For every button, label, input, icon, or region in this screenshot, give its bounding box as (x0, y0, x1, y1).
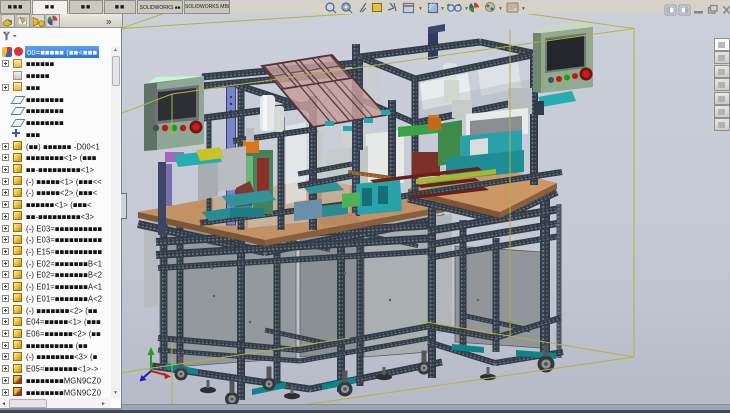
svg-text:▼: ▼ (521, 6, 526, 12)
svg-text:»: » (106, 17, 112, 28)
svg-text:▼: ▼ (464, 6, 469, 12)
svg-text:▼: ▼ (498, 6, 503, 12)
svg-text:▼: ▼ (440, 6, 445, 12)
svg-text:▼: ▼ (418, 6, 423, 12)
